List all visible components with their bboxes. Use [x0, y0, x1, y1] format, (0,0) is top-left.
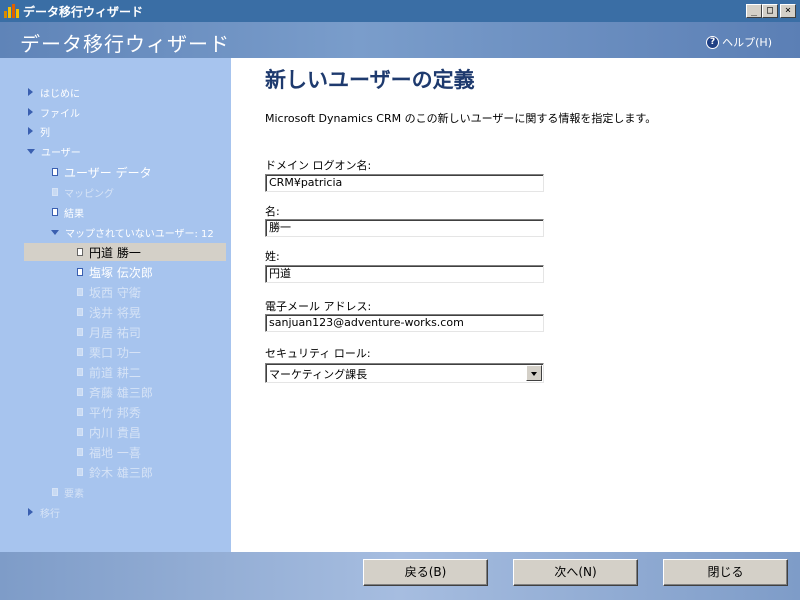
sidebar-item-label: ユーザー [41, 147, 81, 159]
close-button[interactable]: 閉じる [663, 559, 788, 586]
document-icon [77, 268, 83, 276]
sidebar-item-user[interactable]: 斉藤 雄三郎 [77, 383, 153, 401]
sidebar-item-user[interactable]: 前道 耕二 [77, 363, 141, 381]
sidebar-item-label: ユーザー データ [64, 165, 152, 180]
dropdown-button[interactable] [526, 365, 542, 381]
sidebar-item-user[interactable]: 栗口 功一 [77, 343, 141, 361]
wizard-header-title: データ移行ウィザード [20, 32, 230, 56]
document-icon [77, 308, 83, 316]
arrow-down-icon [51, 229, 59, 235]
wizard-footer: 戻る(B) 次へ(N) 閉じる [0, 552, 800, 600]
sidebar-item-label: 鈴木 雄三郎 [89, 465, 153, 480]
security-role-value: マーケティング課長 [269, 368, 368, 381]
sidebar-item-unmapped-users[interactable]: マップされていないユーザー: 12 [51, 223, 214, 241]
page-title: 新しいユーザーの定義 [265, 68, 475, 92]
document-icon [52, 168, 58, 176]
minimize-button[interactable]: _ [746, 4, 762, 18]
arrow-right-icon [28, 127, 33, 135]
security-role-label: セキュリティ ロール: [265, 347, 371, 360]
chevron-down-icon [531, 372, 537, 376]
sidebar-item-label: ファイル [40, 108, 80, 120]
close-window-button[interactable]: × [780, 4, 796, 18]
document-icon [77, 408, 83, 416]
sidebar-item-intro[interactable]: はじめに [28, 83, 80, 101]
last-name-input[interactable]: 円道 [265, 265, 544, 283]
sidebar-item-label: 塩塚 伝次郎 [89, 265, 153, 280]
first-name-label: 名: [265, 205, 280, 218]
document-icon [77, 388, 83, 396]
sidebar-item-label: 結果 [64, 208, 84, 220]
arrow-right-icon [28, 108, 33, 116]
arrow-right-icon [28, 88, 33, 96]
sidebar-item-label: 平竹 邦秀 [89, 405, 141, 420]
sidebar-item-label: 列 [40, 127, 50, 139]
sidebar-item-file[interactable]: ファイル [28, 103, 80, 121]
back-button[interactable]: 戻る(B) [363, 559, 488, 586]
sidebar-item-label: 栗口 功一 [89, 345, 141, 360]
sidebar-item-label: マッピング [64, 188, 114, 200]
arrow-down-icon [27, 148, 35, 154]
sidebar-item-results[interactable]: 結果 [52, 203, 84, 221]
sidebar-item-migrate[interactable]: 移行 [28, 503, 60, 521]
wizard-header: データ移行ウィザード ? ヘルプ(H) [0, 22, 800, 58]
sidebar-item-user[interactable]: 坂西 守衛 [77, 283, 141, 301]
email-label: 電子メール アドレス: [265, 300, 372, 313]
wizard-main-panel: 新しいユーザーの定義 Microsoft Dynamics CRM のこの新しい… [231, 58, 800, 552]
next-button[interactable]: 次へ(N) [513, 559, 638, 586]
sidebar-item-label: はじめに [40, 88, 80, 100]
document-icon [52, 188, 58, 196]
wizard-step-sidebar: はじめに ファイル 列 ユーザー ユーザー データ マッピング 結果 マップされ… [0, 58, 231, 552]
sidebar-item-summary[interactable]: 要素 [52, 483, 84, 501]
sidebar-item-label: 斉藤 雄三郎 [89, 385, 153, 400]
sidebar-item-user[interactable]: 塩塚 伝次郎 [77, 263, 153, 281]
sidebar-item-label: 内川 貴昌 [89, 425, 141, 440]
document-icon [77, 468, 83, 476]
sidebar-item-mapping[interactable]: マッピング [52, 183, 114, 201]
arrow-right-icon [28, 508, 33, 516]
sidebar-item-label: マップされていないユーザー: 12 [65, 228, 214, 240]
maximize-button[interactable]: □ [762, 4, 778, 18]
window-title: データ移行ウィザード [23, 4, 144, 19]
document-icon [77, 328, 83, 336]
window-controls: _ □ × [746, 4, 796, 18]
sidebar-item-label: 要素 [64, 488, 84, 500]
document-icon [52, 488, 58, 496]
sidebar-item-label: 円道 勝一 [89, 245, 141, 260]
dynamics-crm-app-icon [4, 4, 20, 18]
sidebar-item-user[interactable]: 内川 貴昌 [77, 423, 141, 441]
email-input[interactable]: sanjuan123@adventure-works.com [265, 314, 544, 332]
sidebar-item-columns[interactable]: 列 [28, 122, 50, 140]
domain-logon-input[interactable]: CRM¥patricia [265, 174, 544, 192]
security-role-select[interactable]: マーケティング課長 [265, 363, 544, 383]
document-icon [52, 208, 58, 216]
document-icon [77, 248, 83, 256]
sidebar-item-label: 浅井 将晃 [89, 305, 141, 320]
help-label: ヘルプ(H) [722, 36, 772, 49]
sidebar-item-user-selected[interactable]: 円道 勝一 [24, 243, 226, 261]
sidebar-item-label: 福地 一喜 [89, 445, 141, 460]
document-icon [77, 348, 83, 356]
sidebar-item-user[interactable]: 月居 祐司 [77, 323, 141, 341]
help-icon: ? [706, 35, 720, 49]
window-titlebar: データ移行ウィザード _ □ × [0, 0, 800, 22]
sidebar-item-user[interactable]: 福地 一喜 [77, 443, 141, 461]
last-name-label: 姓: [265, 250, 280, 263]
sidebar-item-user[interactable]: 鈴木 雄三郎 [77, 463, 153, 481]
domain-logon-label: ドメイン ログオン名: [265, 159, 372, 172]
document-icon [77, 368, 83, 376]
document-icon [77, 448, 83, 456]
sidebar-item-label: 月居 祐司 [89, 325, 141, 340]
first-name-input[interactable]: 勝一 [265, 219, 544, 237]
help-link[interactable]: ? ヘルプ(H) [706, 34, 772, 50]
sidebar-item-user-data[interactable]: ユーザー データ [52, 163, 152, 181]
sidebar-item-user[interactable]: 平竹 邦秀 [77, 403, 141, 421]
page-description: Microsoft Dynamics CRM のこの新しいユーザーに関する情報を… [265, 112, 657, 125]
sidebar-item-users[interactable]: ユーザー [27, 142, 81, 160]
document-icon [77, 428, 83, 436]
document-icon [77, 288, 83, 296]
sidebar-item-label: 移行 [40, 508, 60, 520]
sidebar-item-user[interactable]: 浅井 将晃 [77, 303, 141, 321]
sidebar-item-label: 前道 耕二 [89, 365, 141, 380]
sidebar-item-label: 坂西 守衛 [89, 285, 141, 300]
